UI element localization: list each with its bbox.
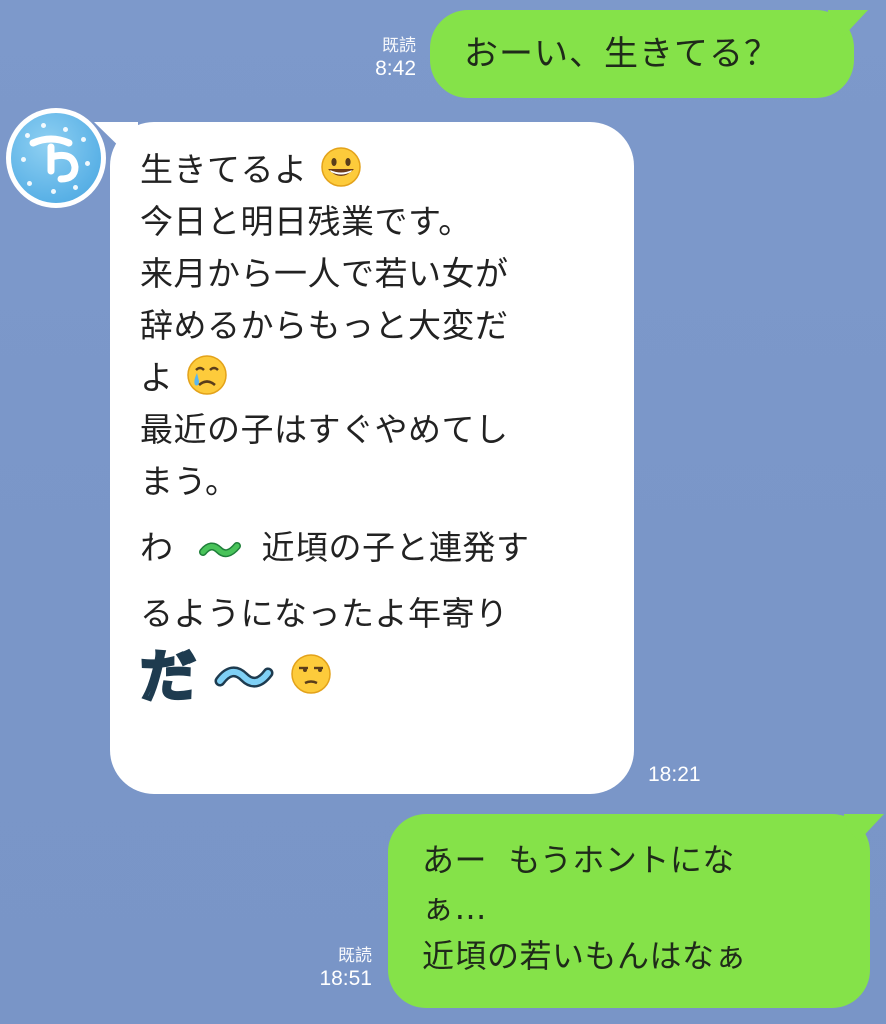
message-line: るようになったよ年寄り: [140, 594, 509, 633]
message-line: わ 近頃の子と連発す: [140, 528, 530, 567]
grinning-face-emoji: [320, 147, 361, 187]
message-time: 8:42: [375, 57, 416, 81]
message-line: よ: [140, 352, 634, 404]
message-line: 今日と明日残業です。: [140, 202, 472, 241]
message-line: 最近の子はすぐやめてし: [140, 410, 509, 449]
read-receipt: 既読: [382, 36, 416, 55]
message-line: 辞めるからもっと大変だ: [140, 306, 509, 345]
message-line: 生きてるよ: [140, 144, 634, 196]
blue-tilde-deco: [214, 666, 273, 688]
chat-area: 既読 8:42 おーい、生きてる？ 生きてるよ 今日と明日残業です。 来月から一…: [0, 0, 886, 1024]
outgoing-message-bubble[interactable]: あー もうホントにな ぁ… 近頃の若いもんはなぁ: [388, 814, 870, 1008]
big-deco-text: だ: [139, 644, 198, 711]
green-wave-deco: [198, 541, 241, 557]
message-text: 生きてるよ 今日と明日残業です。 来月から一人で若い女が 辞めるからもっと大変だ…: [139, 144, 634, 714]
note-avatar-icon: [11, 113, 101, 203]
unamused-face-emoji: [290, 653, 331, 694]
message-line: 来月から一人で若い女が: [140, 254, 509, 293]
outgoing-message-bubble[interactable]: おーい、生きてる？: [430, 10, 854, 98]
message-time: 18:51: [319, 967, 372, 991]
message-meta: 既読 8:42: [360, 36, 416, 82]
incoming-message-bubble[interactable]: 生きてるよ 今日と明日残業です。 来月から一人で若い女が 辞めるからもっと大変だ…: [110, 122, 634, 794]
message-time: 18:21: [648, 763, 701, 786]
message-text: おーい、生きてる？: [464, 34, 779, 74]
message-meta: 既読 18:51: [308, 946, 372, 992]
message-line: あー もうホントにな: [422, 841, 735, 879]
contact-avatar[interactable]: [6, 108, 106, 208]
message-line: 近頃の若いもんはなぁ: [422, 937, 748, 975]
message-line: だ: [139, 644, 634, 714]
crying-face-emoji: [186, 355, 227, 395]
message-line: ぁ…: [422, 889, 488, 927]
message-text: あー もうホントにな ぁ… 近頃の若いもんはなぁ: [422, 836, 870, 980]
message-meta: 18:21: [648, 762, 701, 787]
message-line: まう。: [140, 462, 239, 501]
read-receipt: 既読: [338, 946, 372, 965]
